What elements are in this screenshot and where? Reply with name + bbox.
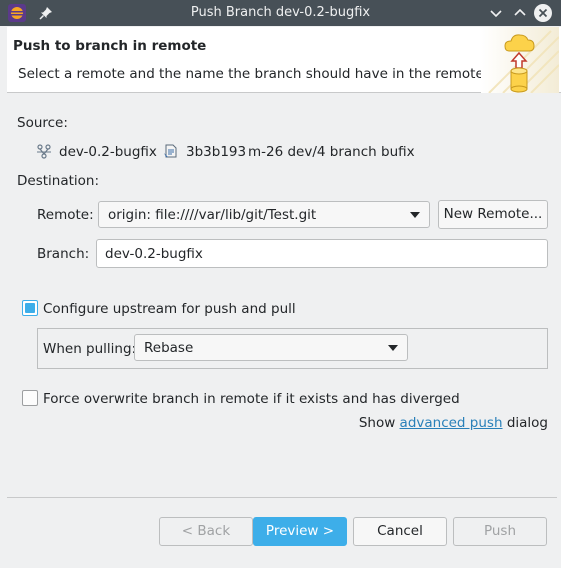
source-commit-id: 3b3b193 (186, 144, 247, 160)
advanced-push-suffix: dialog (506, 415, 548, 431)
window-title: Push Branch dev-0.2-bugfix (190, 5, 371, 20)
branch-icon (37, 144, 51, 159)
cancel-button[interactable]: Cancel (353, 517, 447, 546)
preview-button[interactable]: Preview > (253, 517, 347, 546)
wizard-header: Push to branch in remote Select a remote… (7, 27, 561, 93)
source-commit-message: m-26 dev/4 branch bufix (248, 144, 415, 160)
push-button[interactable]: Push (453, 517, 547, 546)
remote-label: Remote: (37, 207, 94, 223)
configure-upstream-label[interactable]: Configure upstream for push and pull (43, 301, 296, 317)
chevron-down-icon (388, 345, 398, 351)
wizard-description: Select a remote and the name the branch … (18, 66, 489, 82)
new-remote-button[interactable]: New Remote... (438, 200, 548, 229)
title-bar: Push Branch dev-0.2-bugfix (0, 0, 561, 26)
remote-select-value: origin: file:////var/lib/git/Test.git (108, 207, 317, 223)
destination-label: Destination: (17, 173, 100, 189)
branch-input[interactable]: dev-0.2-bugfix (96, 239, 548, 268)
branch-label: Branch: (37, 246, 90, 262)
commit-icon (164, 144, 177, 158)
force-overwrite-label[interactable]: Force overwrite branch in remote if it e… (43, 391, 460, 407)
when-pulling-label: When pulling: (43, 341, 137, 357)
minimize-button[interactable] (486, 3, 506, 23)
back-button[interactable]: < Back (159, 517, 253, 546)
configure-upstream-checkbox[interactable] (22, 300, 38, 316)
chevron-down-icon (410, 212, 420, 218)
advanced-push-link[interactable]: advanced push (400, 415, 503, 431)
when-pulling-select[interactable]: Rebase (134, 334, 408, 361)
close-button[interactable] (533, 3, 553, 23)
remote-select[interactable]: origin: file:////var/lib/git/Test.git (98, 201, 430, 228)
advanced-push-prefix: Show (358, 415, 396, 431)
force-overwrite-checkbox[interactable] (22, 390, 38, 406)
advanced-push-text: Show advanced push dialog (359, 415, 548, 431)
footer-separator (7, 497, 557, 498)
source-label: Source: (17, 115, 68, 131)
source-branch: dev-0.2-bugfix (59, 144, 157, 160)
when-pulling-value: Rebase (144, 340, 194, 356)
push-to-cloud-icon (481, 27, 559, 93)
branch-input-value: dev-0.2-bugfix (105, 246, 203, 262)
maximize-button[interactable] (510, 3, 530, 23)
wizard-title: Push to branch in remote (13, 38, 207, 54)
